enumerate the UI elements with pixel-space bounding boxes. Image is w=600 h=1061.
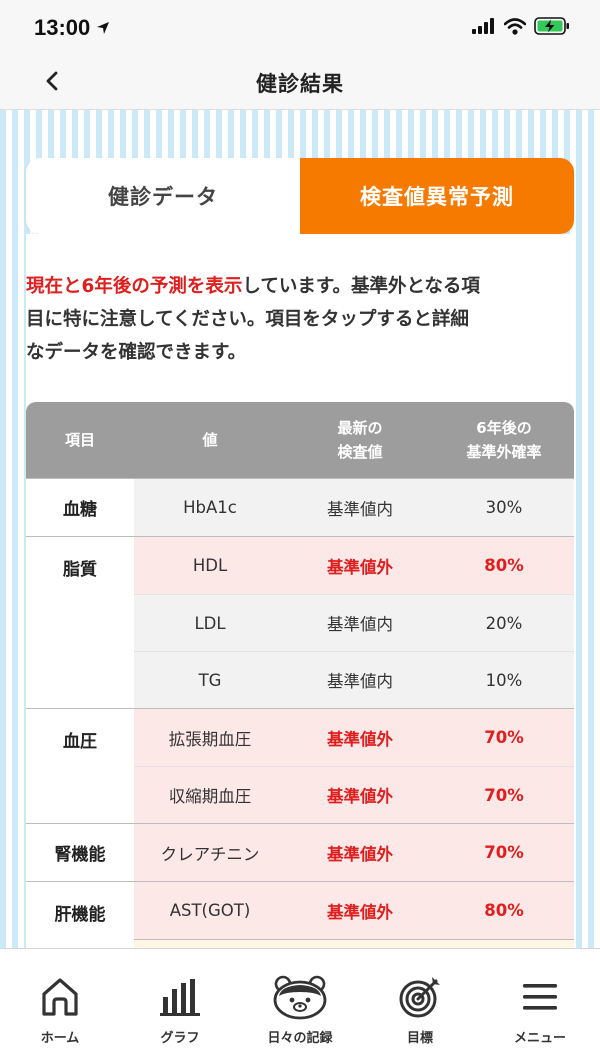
row-value: 基準値外 bbox=[327, 787, 393, 806]
row-probability: 80% bbox=[484, 901, 524, 920]
row-probability: 70% bbox=[484, 728, 524, 747]
header-future-line2: 基準外確率 bbox=[466, 443, 542, 461]
segment-tabs: 健診データ 検査値異常予測 bbox=[26, 158, 574, 234]
wifi-icon bbox=[503, 17, 527, 39]
status-time: 13:00 bbox=[34, 15, 110, 41]
description-line2: 目に特に注意してください。項目をタップすると詳細 bbox=[26, 309, 469, 330]
row-probability: 20% bbox=[485, 613, 523, 633]
table-row[interactable]: クレアチニン 基準値外 70% bbox=[134, 824, 574, 881]
bottom-tab-bar: ホーム グラフ 日々の記録 目標 メニュー bbox=[0, 948, 600, 1061]
page-title: 健診結果 bbox=[256, 71, 344, 96]
tab-goal[interactable]: 目標 bbox=[360, 949, 480, 1061]
tab-label: グラフ bbox=[160, 1031, 200, 1046]
bar-chart-icon bbox=[159, 973, 201, 1021]
header-latest-line1: 最新の bbox=[337, 419, 383, 437]
row-probability: 10% bbox=[485, 670, 523, 690]
next-row-partial bbox=[134, 939, 574, 948]
description-line1: しています。基準外となる項 bbox=[242, 276, 480, 297]
status-bar: 13:00 bbox=[0, 0, 600, 56]
bear-face-icon bbox=[271, 973, 329, 1021]
tab-graph[interactable]: グラフ bbox=[120, 949, 240, 1061]
description-text: 現在と6年後の予測を表示しています。基準外となる項 目に特に注意してください。項… bbox=[26, 270, 574, 369]
home-icon bbox=[40, 973, 80, 1021]
table-row[interactable]: 収縮期血圧 基準値外 70% bbox=[134, 766, 574, 823]
row-item: クレアチニン bbox=[160, 844, 260, 864]
battery-charging-icon bbox=[534, 17, 570, 39]
table-row[interactable]: LDL 基準値内 20% bbox=[134, 594, 574, 651]
table-row[interactable]: 拡張期血圧 基準値外 70% bbox=[134, 709, 574, 766]
row-value: 基準値内 bbox=[327, 615, 393, 634]
header-latest-line2: 検査値 bbox=[337, 443, 383, 461]
row-value: 基準値内 bbox=[327, 499, 393, 519]
description-line3: なデータを確認できます。 bbox=[26, 342, 247, 363]
header-future: 6年後の基準外確率 bbox=[434, 402, 574, 478]
row-value: 基準値外 bbox=[327, 902, 393, 922]
row-probability: 70% bbox=[484, 843, 524, 862]
header-category: 項目 bbox=[64, 431, 95, 449]
tab-daily-record[interactable]: 日々の記録 bbox=[240, 949, 360, 1061]
group-liver-function: 肝機能 AST(GOT) 基準値外 80% bbox=[26, 881, 574, 939]
signal-icon bbox=[472, 18, 496, 38]
row-probability: 30% bbox=[485, 498, 523, 517]
tab-label: メニュー bbox=[513, 1031, 566, 1046]
row-probability: 70% bbox=[484, 785, 524, 805]
back-button[interactable] bbox=[30, 64, 74, 102]
group-label: 脂質 bbox=[26, 537, 134, 708]
group-blood-sugar: 血糖 HbA1c 基準値内 30% bbox=[26, 478, 574, 536]
description-highlight: 現在と6年後の予測を表示 bbox=[26, 276, 243, 297]
group-kidney-function: 腎機能 クレアチニン 基準値外 70% bbox=[26, 823, 574, 881]
row-item: 収縮期血圧 bbox=[168, 787, 252, 806]
group-label: 血圧 bbox=[26, 709, 134, 823]
row-item: LDL bbox=[194, 613, 226, 633]
menu-icon bbox=[522, 973, 558, 1021]
target-icon bbox=[398, 973, 442, 1021]
row-value: 基準値外 bbox=[327, 729, 393, 749]
tab-label: 日々の記録 bbox=[267, 1031, 333, 1046]
row-item: HbA1c bbox=[183, 498, 237, 517]
row-value: 基準値内 bbox=[327, 672, 393, 691]
table-row[interactable]: AST(GOT) 基準値外 80% bbox=[134, 882, 574, 939]
row-item: AST(GOT) bbox=[169, 901, 251, 920]
row-item: HDL bbox=[192, 556, 228, 575]
row-item: 拡張期血圧 bbox=[168, 729, 252, 749]
row-item: TG bbox=[198, 670, 222, 690]
table-header: 項目 値 最新の検査値 6年後の基準外確率 bbox=[26, 402, 574, 478]
tab-abnormal-prediction[interactable]: 検査値異常予測 bbox=[300, 158, 574, 234]
chevron-left-icon bbox=[45, 71, 59, 95]
header-future-line1: 6年後の bbox=[476, 419, 532, 437]
row-value: 基準値外 bbox=[327, 844, 393, 864]
group-label: 血糖 bbox=[26, 479, 134, 536]
row-probability: 80% bbox=[484, 556, 524, 575]
clock-text: 13:00 bbox=[34, 15, 91, 40]
prediction-table: 項目 値 最新の 検査値 6年後の 基準外確率 血糖 HbA1c 基準値内 30% … bbox=[26, 402, 574, 948]
table-row[interactable]: HDL 基準値外 80% bbox=[134, 537, 574, 594]
group-label: 肝機能 bbox=[26, 882, 134, 939]
table-row[interactable]: TG 基準値内 10% bbox=[134, 651, 574, 708]
header-latest: 最新の 検査値 bbox=[286, 402, 434, 478]
header-item: 値 bbox=[202, 431, 218, 449]
status-icons bbox=[472, 17, 570, 39]
row-value: 基準値外 bbox=[327, 557, 393, 577]
location-arrow-icon bbox=[96, 15, 110, 41]
tab-home[interactable]: ホーム bbox=[0, 949, 120, 1061]
tab-menu[interactable]: メニュー bbox=[480, 949, 600, 1061]
tab-checkup-data[interactable]: 健診データ bbox=[26, 158, 300, 234]
tab-label: 目標 bbox=[406, 1031, 433, 1046]
table-row[interactable]: HbA1c 基準値内 30% bbox=[134, 479, 574, 536]
content-area[interactable]: 健診データ 検査値異常予測 現在と6年後の予測を表示しています。基準外となる項 … bbox=[0, 110, 600, 948]
tab-label: ホーム bbox=[40, 1031, 80, 1046]
group-label: 腎機能 bbox=[26, 824, 134, 881]
group-blood-pressure: 血圧 拡張期血圧 基準値外 70% 収縮期血圧 基準値外 70% bbox=[26, 708, 574, 823]
group-lipids: 脂質 HDL 基準値外 80% LDL 基準値内 20% TG 基準値内 10% bbox=[26, 536, 574, 708]
navigation-bar: 健診結果 bbox=[0, 56, 600, 110]
